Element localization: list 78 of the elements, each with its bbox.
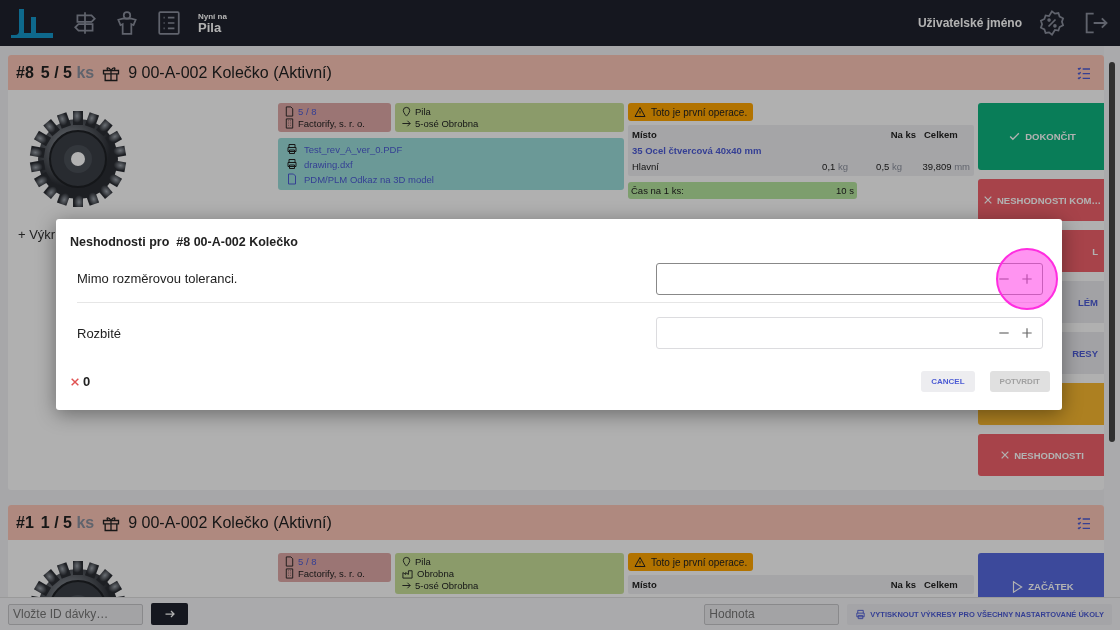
building-icon [284,118,295,129]
dialog-button[interactable]: CANCEL [921,371,975,392]
location-text: Pila [415,106,431,117]
action-button[interactable]: DOKONČIT [978,103,1104,170]
task-number: #1 [16,513,34,532]
task-number: #8 [16,63,34,82]
action-button[interactable]: NESHODNOSTI KOM… [978,179,1104,221]
defect-total: 0 [83,374,91,389]
file-link[interactable]: Test_rev_A_ver_0.PDF [304,143,403,155]
task-title: 9 00-A-002 Kolečko (Aktivní) [128,63,332,82]
arrow-right-icon [401,118,412,129]
factory-icon [401,568,414,579]
value-field[interactable]: Hodnota [704,603,840,625]
close-icon [1000,450,1011,460]
location-text: Obrobna [417,568,454,579]
action-button[interactable]: ZAČÁTEK [978,553,1104,597]
column-header: Na ks [889,579,916,590]
defect-label: Rozbité [77,325,123,341]
dialog-title: Neshodnosti pro #8 00-A-002 Kolečko [70,235,299,249]
table-cell-text: 39,809 mm [921,161,970,172]
warning-text: Toto je první operace. [651,106,748,118]
material-link[interactable]: 35 Ocel čtvercová 40x40 mm [632,145,762,156]
warning-icon [634,556,646,568]
task-title: 9 00-A-002 Kolečko (Aktivní) [128,513,332,532]
quantity: 5 / 5 ks [40,63,95,82]
table-cell-text: Hlavní [632,161,660,172]
column-header: Místo [632,579,658,590]
discount-badge-icon[interactable] [1038,9,1066,37]
workplace-name: Pila [198,20,223,34]
plus-icon[interactable] [1020,326,1034,340]
file-link[interactable]: drawing.dxf [304,158,353,170]
location-text: 5-osé Obrobna [415,118,479,129]
location-pin-icon [401,556,412,567]
arrow-right-icon [401,580,412,591]
signpost-icon[interactable] [72,10,98,36]
document-icon [284,556,295,567]
list-icon[interactable] [156,10,182,36]
company-name: Factorify, s. r. o. [298,568,365,579]
quantity: 1 / 5 ks [40,513,95,532]
quantity-field[interactable] [656,262,1043,295]
file-link[interactable]: PDM/PLM Odkaz na 3D model [304,173,434,185]
location-text: Pila [415,556,431,567]
printer-icon[interactable] [286,143,298,155]
location-text: 5-osé Obrobna [415,580,479,591]
table-cell-text: 0,1 kg [821,161,848,172]
play-icon [1010,579,1025,594]
time-value: 10 s [836,185,854,196]
time-label: Čas na 1 ks: [631,185,684,196]
document-icon [284,106,295,117]
warning-text: Toto je první operace. [651,556,748,568]
now-label: Nyní na [198,12,227,21]
action-button[interactable]: NESHODNOSTI [978,434,1104,476]
column-header: Celkem [923,579,959,590]
person-icon[interactable] [114,10,140,36]
table-cell-text: 0,5 kg [875,161,902,172]
file-icon [286,173,298,185]
defect-label: Mimo rozměrovou toleranci. [77,271,239,286]
close-icon [983,195,993,205]
batch-count[interactable]: 5 / 8 [298,106,317,117]
printer-icon [855,608,867,620]
username[interactable]: Uživatelské jméno [917,16,1022,30]
company-name: Factorify, s. r. o. [298,118,365,129]
printer-icon[interactable] [286,158,298,170]
column-header: Na ks [889,129,916,140]
batch-count[interactable]: 5 / 8 [298,556,317,567]
logo-icon[interactable] [10,7,56,39]
location-pin-icon [401,106,412,117]
checklist-icon[interactable] [1076,64,1092,81]
close-icon [70,376,80,387]
submit-button[interactable] [151,603,188,625]
warning-icon [634,106,646,118]
batch-id-field[interactable]: Vložte ID dávky… [8,603,143,625]
check-icon [1008,130,1022,143]
checklist-icon[interactable] [1076,514,1092,531]
building-icon [284,568,295,579]
column-header: Místo [632,129,658,140]
column-header: Celkem [923,129,959,140]
arrow-right-icon [163,608,176,620]
